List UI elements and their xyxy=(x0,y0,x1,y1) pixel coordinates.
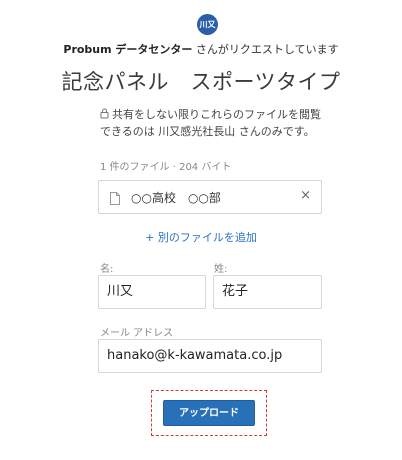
page-title: 記念パネル スポーツタイプ xyxy=(61,70,341,94)
last-name-label: 姓: xyxy=(214,264,228,275)
upload-button-focus-outline: アップロード xyxy=(151,390,267,436)
first-name-field[interactable]: 川又 xyxy=(98,275,206,309)
notice-line-2: できるのは 川又感光社長山 さんのみです。 xyxy=(100,125,315,138)
requester-name: Probum データセンター xyxy=(63,43,193,56)
request-suffix: さんがリクエストしています xyxy=(192,43,339,56)
file-item: ○○高校 ○○部 × xyxy=(98,180,322,214)
add-file-link[interactable]: + 別のファイルを追加 xyxy=(0,229,402,245)
notice-line-1: 共有をしない限りこれらのファイルを閲覧 xyxy=(112,108,321,121)
upload-request-page: 川又 Probum データセンター さんがリクエストしています 記念パネル スポ… xyxy=(0,0,402,460)
request-line: Probum データセンター さんがリクエストしています xyxy=(0,41,402,57)
email-label: メール アドレス xyxy=(100,328,174,339)
upload-button[interactable]: アップロード xyxy=(163,400,255,426)
first-name-label: 名: xyxy=(100,264,114,275)
email-field[interactable]: hanako@k-kawamata.co.jp xyxy=(98,339,322,373)
lock-icon xyxy=(100,108,109,124)
file-count: 1 件のファイル · 204 バイト xyxy=(100,162,232,173)
file-name: ○○高校 ○○部 xyxy=(131,191,221,205)
document-icon xyxy=(110,190,120,209)
privacy-notice: 共有をしない限りこれらのファイルを閲覧 できるのは 川又感光社長山 さんのみです… xyxy=(100,107,340,140)
last-name-field[interactable]: 花子 xyxy=(213,275,322,309)
avatar: 川又 xyxy=(197,14,218,35)
remove-file-button[interactable]: × xyxy=(300,188,311,203)
